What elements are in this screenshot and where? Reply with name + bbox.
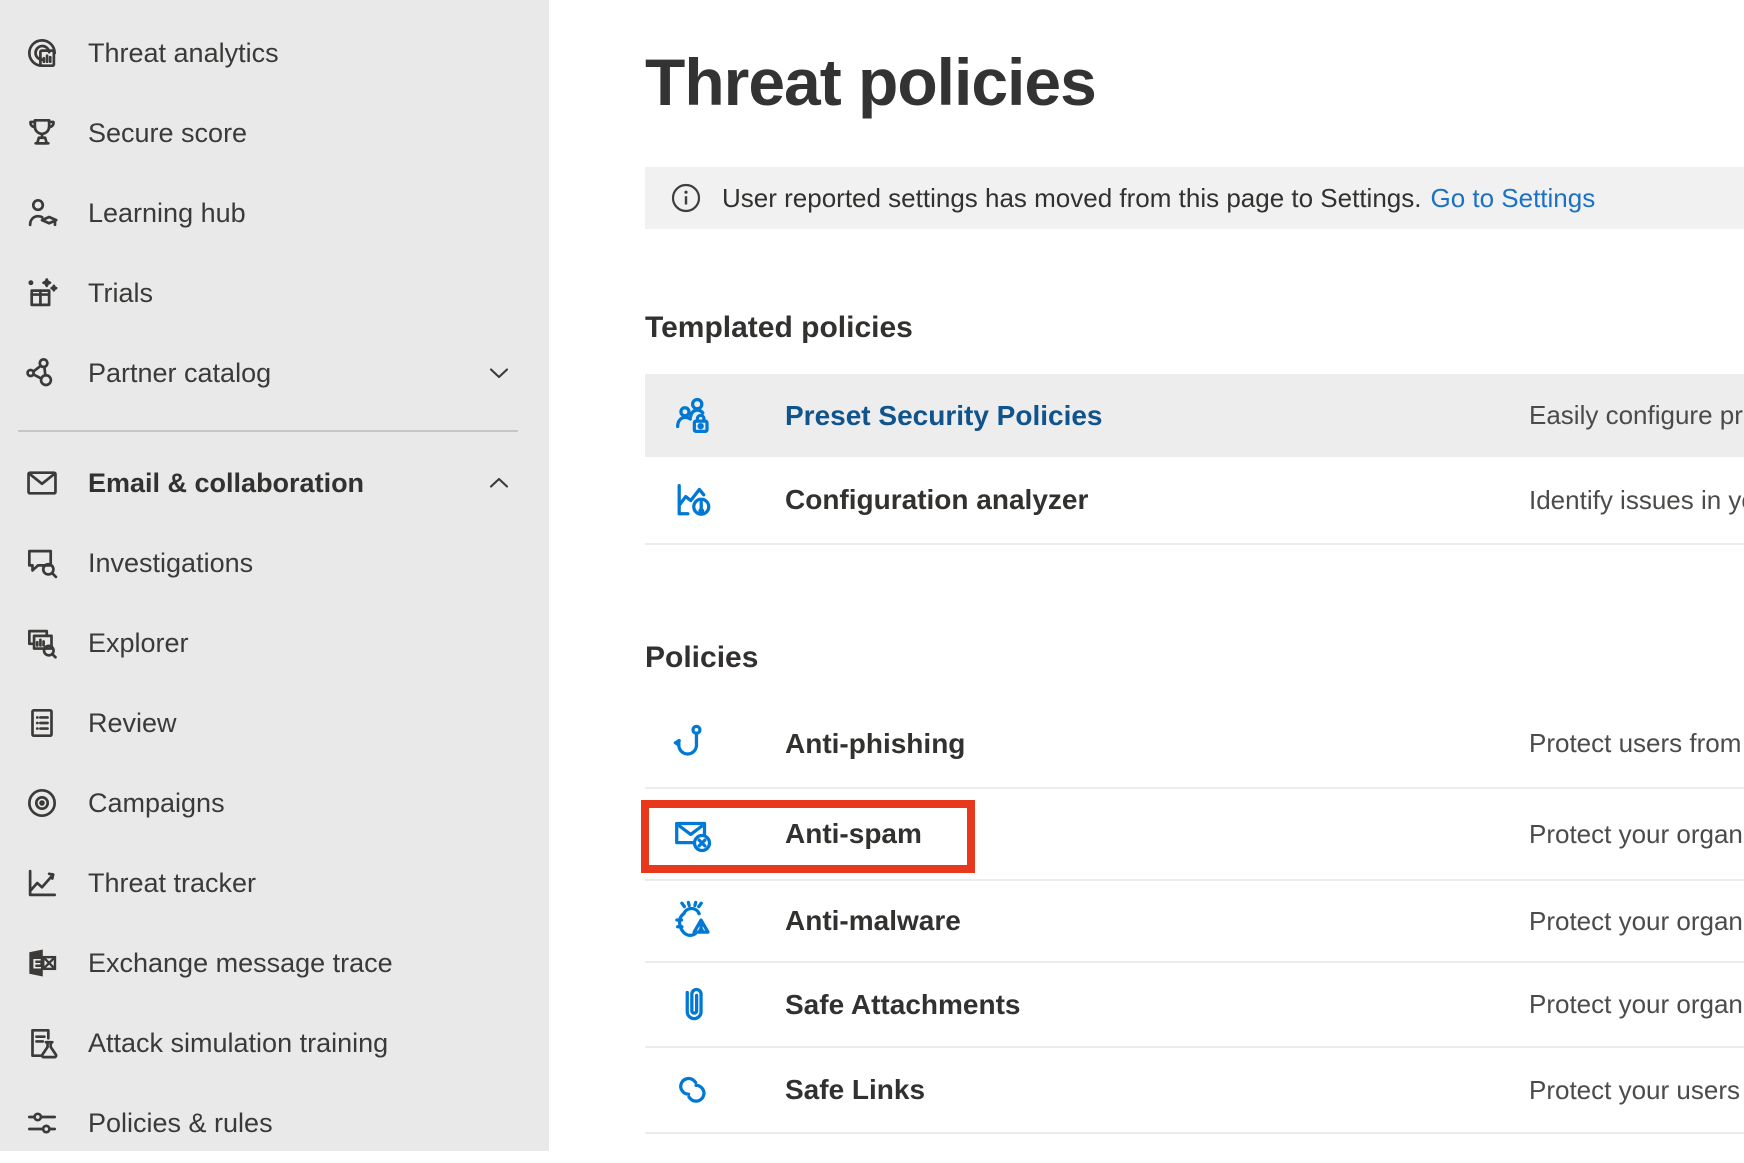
sidebar-item-label: Threat tracker — [88, 868, 256, 899]
sidebar-item-policies-and-rules[interactable]: Policies & rules — [0, 1083, 549, 1163]
policy-row-safe-attachments[interactable]: Safe Attachments Protect your organiz — [645, 963, 1744, 1048]
preset-security-policies-icon — [670, 393, 716, 439]
safe-links-icon — [670, 1067, 716, 1113]
sidebar-item-label: Partner catalog — [88, 358, 271, 389]
policy-row-preset-security-policies[interactable]: Preset Security Policies Easily configure… — [645, 374, 1744, 457]
sidebar-item-label: Learning hub — [88, 198, 246, 229]
policy-row-safe-links[interactable]: Safe Links Protect your users fr — [645, 1048, 1744, 1134]
sidebar-item-label: Attack simulation training — [88, 1028, 388, 1059]
policies-heading: Policies — [645, 641, 758, 675]
policy-row-description: Identify issues in you — [1529, 485, 1744, 516]
sidebar-item-label: Email & collaboration — [88, 468, 364, 499]
policy-row-anti-malware[interactable]: Anti-malware Protect your organiz — [645, 881, 1744, 963]
chevron-up-icon[interactable] — [486, 470, 512, 496]
threat-tracker-icon — [22, 863, 62, 903]
safe-links-link[interactable]: Safe Links — [785, 1074, 925, 1106]
sidebar-item-explorer[interactable]: Explorer — [0, 603, 549, 683]
anti-spam-icon — [670, 811, 716, 857]
chevron-down-icon[interactable] — [486, 360, 512, 386]
anti-malware-link[interactable]: Anti-malware — [785, 905, 961, 937]
policy-row-description: Protect users from p — [1529, 728, 1744, 759]
policy-row-description: Easily configure prot — [1529, 400, 1744, 431]
info-icon — [671, 183, 701, 213]
policy-row-description: Protect your organiz — [1529, 906, 1744, 937]
anti-phishing-icon — [670, 721, 716, 767]
explorer-icon — [22, 623, 62, 663]
go-to-settings-link[interactable]: Go to Settings — [1430, 183, 1595, 214]
policy-row-anti-phishing[interactable]: Anti-phishing Protect users from p — [645, 700, 1744, 789]
exchange-message-trace-icon: E — [22, 943, 62, 983]
campaigns-icon — [22, 783, 62, 823]
trials-icon — [22, 273, 62, 313]
partner-catalog-icon — [22, 353, 62, 393]
sidebar-item-threat-analytics[interactable]: Threat analytics — [0, 13, 549, 93]
sidebar-item-label: Secure score — [88, 118, 247, 149]
learning-hub-icon — [22, 193, 62, 233]
anti-phishing-link[interactable]: Anti-phishing — [785, 728, 965, 760]
sidebar-item-label: Campaigns — [88, 788, 225, 819]
sidebar-item-label: Exchange message trace — [88, 948, 393, 979]
templated-policies-heading: Templated policies — [645, 311, 913, 345]
policy-row-description: Protect your organiz — [1529, 819, 1744, 850]
investigations-icon — [22, 543, 62, 583]
sidebar-top-nav: Threat analytics Secure score Learning hub… — [0, 0, 549, 413]
sidebar-item-label: Policies & rules — [88, 1108, 273, 1139]
safe-attachments-icon — [670, 982, 716, 1028]
sidebar-item-secure-score[interactable]: Secure score — [0, 93, 549, 173]
svg-text:E: E — [33, 957, 42, 972]
email-collaboration-icon — [22, 463, 62, 503]
safe-attachments-link[interactable]: Safe Attachments — [785, 989, 1020, 1021]
sidebar-item-label: Investigations — [88, 548, 253, 579]
policies-rules-icon — [22, 1103, 62, 1143]
secure-score-icon — [22, 113, 62, 153]
sidebar-item-attack-simulation-training[interactable]: Attack simulation training — [0, 1003, 549, 1083]
templated-policies-list: Preset Security Policies Easily configure… — [645, 374, 1744, 545]
configuration-analyzer-link[interactable]: Configuration analyzer — [785, 484, 1088, 516]
anti-spam-link[interactable]: Anti-spam — [785, 818, 922, 850]
page-title: Threat policies — [645, 44, 1096, 120]
sidebar-item-investigations[interactable]: Investigations — [0, 523, 549, 603]
policy-row-configuration-analyzer[interactable]: Configuration analyzer Identify issues in… — [645, 457, 1744, 545]
sidebar-item-review[interactable]: Review — [0, 683, 549, 763]
attack-simulation-training-icon — [22, 1023, 62, 1063]
threat-analytics-icon — [22, 33, 62, 73]
sidebar-item-email-and-collaboration[interactable]: Email & collaboration — [0, 443, 549, 523]
sidebar: Threat analytics Secure score Learning hub… — [0, 0, 549, 1151]
sidebar-item-label: Threat analytics — [88, 38, 279, 69]
sidebar-item-trials[interactable]: Trials — [0, 253, 549, 333]
main-content: Threat policies User reported settings h… — [549, 0, 1744, 1151]
sidebar-item-label: Explorer — [88, 628, 189, 659]
preset-security-policies-link[interactable]: Preset Security Policies — [785, 400, 1103, 432]
policy-row-description: Protect your organiz — [1529, 989, 1744, 1020]
sidebar-email-nav: Email & collaboration Investigations Explo… — [0, 432, 549, 1163]
policy-row-anti-spam[interactable]: Anti-spam Protect your organiz — [645, 789, 1744, 881]
sidebar-item-label: Review — [88, 708, 177, 739]
sidebar-item-exchange-message-trace[interactable]: E Exchange message trace — [0, 923, 549, 1003]
sidebar-item-label: Trials — [88, 278, 153, 309]
policies-list: Anti-phishing Protect users from p Anti-sp… — [645, 700, 1744, 1134]
banner-text: User reported settings has moved from th… — [722, 183, 1421, 214]
sidebar-item-partner-catalog[interactable]: Partner catalog — [0, 333, 549, 413]
policy-row-description: Protect your users fr — [1529, 1075, 1744, 1106]
sidebar-item-learning-hub[interactable]: Learning hub — [0, 173, 549, 253]
anti-malware-icon — [670, 898, 716, 944]
info-banner: User reported settings has moved from th… — [645, 167, 1744, 229]
sidebar-item-threat-tracker[interactable]: Threat tracker — [0, 843, 549, 923]
configuration-analyzer-icon — [670, 477, 716, 523]
review-icon — [22, 703, 62, 743]
sidebar-item-campaigns[interactable]: Campaigns — [0, 763, 549, 843]
